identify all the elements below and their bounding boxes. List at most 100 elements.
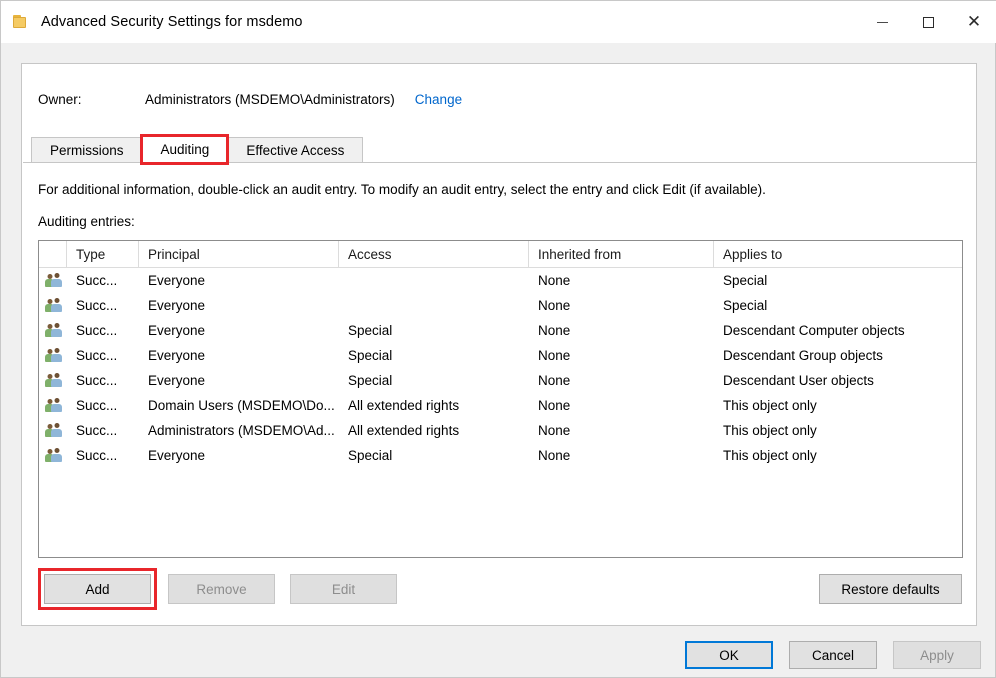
tab-permissions-label: Permissions xyxy=(50,142,124,158)
restore-defaults-button-label: Restore defaults xyxy=(841,581,940,597)
cell-principal: Everyone xyxy=(148,373,206,388)
cell-principal: Everyone xyxy=(148,448,206,463)
cell-type: Succ... xyxy=(76,348,118,363)
tab-effective-access-label: Effective Access xyxy=(246,142,345,158)
auditing-entries-label: Auditing entries: xyxy=(38,214,135,229)
owner-change-link[interactable]: Change xyxy=(415,92,462,107)
cell-inherited-from: None xyxy=(538,398,571,413)
users-icon xyxy=(39,393,67,418)
apply-button[interactable]: Apply xyxy=(893,641,981,669)
cell-applies-to: Special xyxy=(723,298,768,313)
cell-applies-to: Descendant Group objects xyxy=(723,348,883,363)
cell-inherited-from: None xyxy=(538,298,571,313)
table-row[interactable]: Succ... Everyone Special None This object on… xyxy=(39,443,962,468)
window-title: Advanced Security Settings for msdemo xyxy=(41,14,303,30)
users-icon xyxy=(39,268,67,293)
column-header-type[interactable]: Type xyxy=(67,241,139,268)
cell-access: All extended rights xyxy=(348,398,460,413)
cell-access: Special xyxy=(348,373,393,388)
add-button[interactable]: Add xyxy=(44,574,151,604)
folder-icon xyxy=(13,14,31,30)
table-row[interactable]: Succ... Everyone Special None Descendant Gro… xyxy=(39,343,962,368)
info-text: For additional information, double-click… xyxy=(38,182,766,197)
cell-applies-to: This object only xyxy=(723,448,817,463)
cell-type: Succ... xyxy=(76,298,118,313)
table-row[interactable]: Succ... Everyone Special None Descendant Use… xyxy=(39,368,962,393)
ok-button[interactable]: OK xyxy=(685,641,773,669)
ok-button-label: OK xyxy=(719,647,739,663)
tab-auditing[interactable]: Auditing xyxy=(139,134,230,165)
close-icon: ✕ xyxy=(966,11,982,32)
cell-principal: Everyone xyxy=(148,298,206,313)
cell-access: Special xyxy=(348,348,393,363)
cell-inherited-from: None xyxy=(538,373,571,388)
cell-type: Succ... xyxy=(76,398,118,413)
cell-type: Succ... xyxy=(76,323,118,338)
advanced-security-settings-window: Advanced Security Settings for msdemo ✕ … xyxy=(0,0,996,678)
edit-button-label: Edit xyxy=(331,581,356,597)
restore-defaults-button[interactable]: Restore defaults xyxy=(819,574,962,604)
tab-permissions[interactable]: Permissions xyxy=(31,137,142,163)
table-row[interactable]: Succ... Everyone Special None Descendant Com… xyxy=(39,318,962,343)
users-icon xyxy=(39,443,67,468)
tab-auditing-label: Auditing xyxy=(160,142,210,157)
tab-effective-access[interactable]: Effective Access xyxy=(227,137,364,163)
cell-applies-to: Descendant User objects xyxy=(723,373,874,388)
column-header-access[interactable]: Access xyxy=(339,241,529,268)
column-header-icon[interactable] xyxy=(39,241,67,268)
cell-principal: Administrators (MSDEMO\Ad... xyxy=(148,423,335,438)
users-icon xyxy=(39,293,67,318)
column-header-applies-to[interactable]: Applies to xyxy=(714,241,962,268)
owner-row: Owner: Administrators (MSDEMO\Administra… xyxy=(38,92,462,107)
cell-access: Special xyxy=(348,448,393,463)
cell-inherited-from: None xyxy=(538,323,571,338)
minimize-icon xyxy=(876,21,888,23)
edit-button[interactable]: Edit xyxy=(290,574,397,604)
apply-button-label: Apply xyxy=(920,647,954,663)
cell-inherited-from: None xyxy=(538,448,571,463)
add-button-label: Add xyxy=(85,581,110,597)
cell-applies-to: Descendant Computer objects xyxy=(723,323,905,338)
cell-principal: Everyone xyxy=(148,273,206,288)
grid-header-row: Type Principal Access Inherited from App… xyxy=(39,241,962,268)
minimize-button[interactable] xyxy=(859,1,905,43)
cancel-button-label: Cancel xyxy=(811,647,855,663)
cell-principal: Everyone xyxy=(148,348,206,363)
cell-principal: Domain Users (MSDEMO\Do... xyxy=(148,398,335,413)
owner-label: Owner: xyxy=(38,92,82,107)
cell-access xyxy=(339,293,529,318)
maximize-icon xyxy=(922,16,934,28)
cell-inherited-from: None xyxy=(538,273,571,288)
owner-value: Administrators (MSDEMO\Administrators) xyxy=(145,92,395,107)
users-icon xyxy=(39,418,67,443)
tab-strip: Permissions Auditing Effective Access xyxy=(23,134,977,165)
column-header-principal[interactable]: Principal xyxy=(139,241,339,268)
table-row[interactable]: Succ... Everyone None Special xyxy=(39,268,962,293)
users-icon xyxy=(39,368,67,393)
cancel-button[interactable]: Cancel xyxy=(789,641,877,669)
cell-type: Succ... xyxy=(76,273,118,288)
table-row[interactable]: Succ... Domain Users (MSDEMO\Do... All ext… xyxy=(39,393,962,418)
title-bar: Advanced Security Settings for msdemo ✕ xyxy=(1,1,996,43)
users-icon xyxy=(39,318,67,343)
cell-access: All extended rights xyxy=(348,423,460,438)
table-row[interactable]: Succ... Administrators (MSDEMO\Ad... All e… xyxy=(39,418,962,443)
grid-body: Succ... Everyone None Special Succ... Everyon… xyxy=(39,268,962,468)
table-row[interactable]: Succ... Everyone None Special xyxy=(39,293,962,318)
cell-type: Succ... xyxy=(76,423,118,438)
cell-inherited-from: None xyxy=(538,348,571,363)
cell-applies-to: This object only xyxy=(723,398,817,413)
main-panel: Owner: Administrators (MSDEMO\Administra… xyxy=(21,63,977,626)
remove-button-label: Remove xyxy=(196,581,247,597)
cell-access xyxy=(339,268,529,293)
auditing-entries-grid[interactable]: Type Principal Access Inherited from App… xyxy=(38,240,963,558)
remove-button[interactable]: Remove xyxy=(168,574,275,604)
cell-applies-to: Special xyxy=(723,273,768,288)
close-button[interactable]: ✕ xyxy=(951,1,996,43)
window-controls: ✕ xyxy=(859,1,996,43)
cell-type: Succ... xyxy=(76,448,118,463)
maximize-button[interactable] xyxy=(905,1,951,43)
users-icon xyxy=(39,343,67,368)
column-header-inherited-from[interactable]: Inherited from xyxy=(529,241,714,268)
cell-access: Special xyxy=(348,323,393,338)
